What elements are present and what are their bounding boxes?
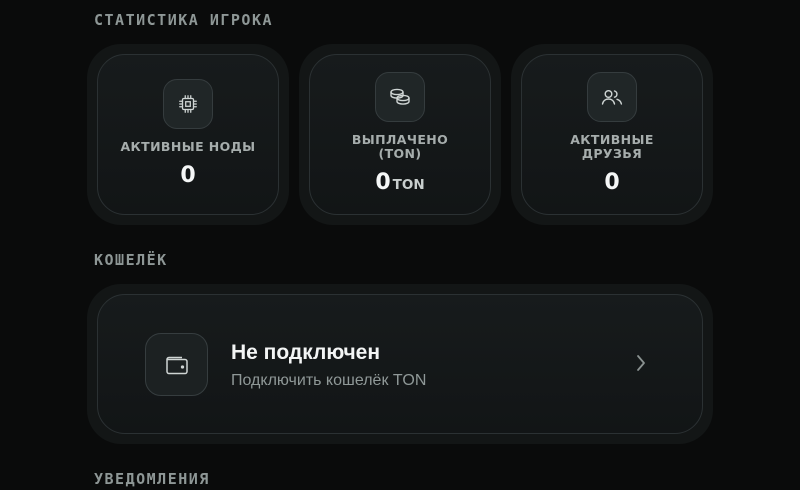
paid-out-label-line1: ВЫПЛАЧЕНО bbox=[351, 132, 449, 147]
active-friends-label-line2: ДРУЗЬЯ bbox=[581, 146, 643, 161]
wallet-icon bbox=[145, 333, 208, 396]
users-icon bbox=[587, 72, 637, 122]
connect-wallet-link[interactable]: Подключить кошелёк TON bbox=[231, 372, 426, 390]
wallet-section-title: КОШЕЛЁК bbox=[94, 251, 168, 269]
active-friends-label-line1: АКТИВНЫЕ bbox=[570, 132, 654, 147]
active-nodes-label: АКТИВНЫЕ НОДЫ bbox=[120, 139, 256, 154]
notifications-section-title: УВЕДОМЛЕНИЯ bbox=[94, 470, 210, 488]
active-friends-card: АКТИВНЫЕ ДРУЗЬЯ 0 bbox=[521, 54, 703, 215]
stats-section-title: СТАТИСТИКА ИГРОКА bbox=[94, 11, 274, 29]
paid-out-card: ВЫПЛАЧЕНО (TON) 0 TON bbox=[309, 54, 491, 215]
paid-out-label-line2: (TON) bbox=[378, 146, 422, 161]
paid-out-unit: TON bbox=[392, 177, 425, 193]
active-friends-label: АКТИВНЫЕ ДРУЗЬЯ bbox=[522, 133, 702, 161]
paid-out-amount: 0 bbox=[375, 170, 391, 195]
active-nodes-card: АКТИВНЫЕ НОДЫ 0 bbox=[97, 54, 279, 215]
active-nodes-value: 0 bbox=[180, 163, 196, 188]
cpu-chip-icon bbox=[163, 79, 213, 129]
coins-icon bbox=[375, 72, 425, 122]
paid-out-label: ВЫПЛАЧЕНО (TON) bbox=[310, 133, 490, 161]
connect-wallet-card[interactable]: Не подключен Подключить кошелёк TON bbox=[97, 294, 703, 434]
paid-out-value: 0 TON bbox=[310, 170, 490, 195]
wallet-status: Не подключен bbox=[231, 341, 381, 364]
chevron-right-icon[interactable] bbox=[635, 353, 647, 378]
active-friends-value: 0 bbox=[604, 170, 620, 195]
